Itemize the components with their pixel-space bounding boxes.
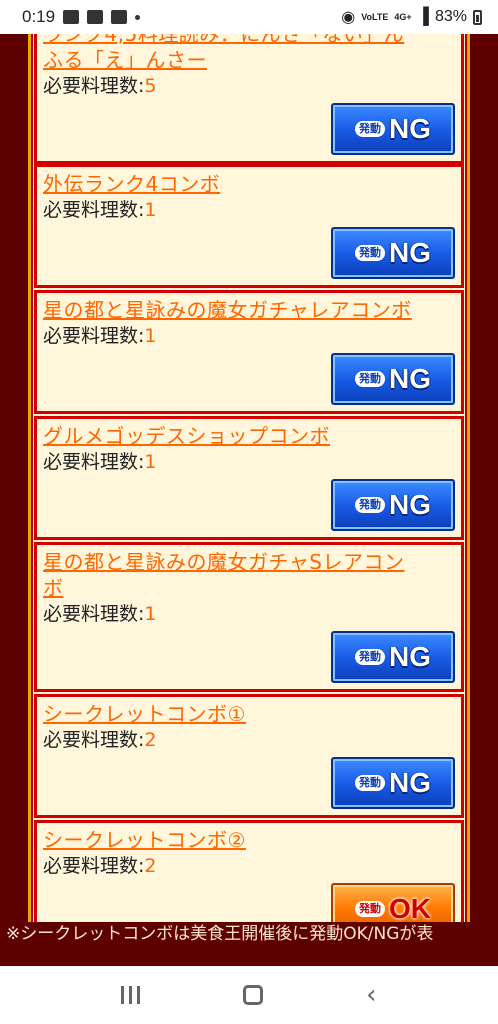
network-indicator: 4G+ (394, 11, 412, 22)
required-value: 5 (144, 75, 157, 97)
combo-card: ランク4,5料理読み：にんさ「ない」ん ふる「え」んさー 必要料理数:5 発動 N… (34, 34, 464, 164)
activation-tag: 発動 (355, 775, 385, 791)
required-label: 必要料理数: (43, 325, 145, 347)
activation-ng-button[interactable]: 発動 NG (331, 103, 455, 155)
combo-card: グルメゴッデスショップコンボ 必要料理数:1 発動 NG (34, 416, 464, 540)
required-label: 必要料理数: (43, 451, 145, 473)
combo-title-line: 星の都と星詠みの魔女ガチャSレアコン (43, 550, 405, 574)
activation-tag: 発動 (355, 371, 385, 387)
gallery-icon (63, 10, 80, 24)
activation-tag: 発動 (355, 245, 385, 261)
activation-status: OK (389, 893, 431, 924)
activation-ng-button[interactable]: 発動 NG (331, 227, 455, 279)
combo-title-line: ふる「え」んさー (43, 48, 207, 72)
required-count: 必要料理数:5 (37, 73, 461, 99)
required-count: 必要料理数:1 (37, 323, 461, 349)
back-icon[interactable]: ‹ (366, 982, 376, 1008)
required-count: 必要料理数:1 (37, 601, 461, 627)
combo-page[interactable]: ランク4,5料理読み：にんさ「ない」ん ふる「え」んさー 必要料理数:5 発動 N… (0, 34, 498, 966)
combo-title-line: ボ (43, 576, 64, 600)
combo-title-link[interactable]: グルメゴッデスショップコンボ (37, 419, 461, 449)
required-count: 必要料理数:1 (37, 449, 461, 475)
combo-title-line: ランク4,5料理読み：にんさ「ない」ん (43, 34, 405, 46)
activation-ng-button[interactable]: 発動 NG (331, 757, 455, 809)
combo-card: 星の都と星詠みの魔女ガチャレアコンボ 必要料理数:1 発動 NG (34, 290, 464, 414)
combo-title-link[interactable]: シークレットコンボ② (37, 823, 461, 853)
activation-ng-button[interactable]: 発動 NG (331, 631, 455, 683)
activation-tag: 発動 (355, 901, 385, 917)
combo-title-link[interactable]: ランク4,5料理読み：にんさ「ない」ん ふる「え」んさー (37, 34, 461, 73)
combo-title-link[interactable]: 星の都と星詠みの魔女ガチャSレアコン ボ (37, 545, 461, 601)
activation-tag: 発動 (355, 649, 385, 665)
activation-status: NG (389, 641, 431, 672)
status-bar: 0:19 ◉ VoLTE 4G+ ▐ 83% (0, 0, 498, 34)
required-count: 必要料理数:1 (37, 197, 461, 223)
activation-status: NG (389, 237, 431, 268)
required-value: 2 (144, 855, 157, 877)
required-count: 必要料理数:2 (37, 853, 461, 879)
volte-indicator: VoLTE (361, 11, 389, 22)
recent-apps-icon[interactable] (121, 986, 141, 1004)
cat-icon (111, 10, 128, 24)
required-label: 必要料理数: (43, 75, 145, 97)
combo-title-link[interactable]: 星の都と星詠みの魔女ガチャレアコンボ (37, 293, 461, 323)
more-notifications-icon (135, 14, 141, 20)
combo-title-link[interactable]: シークレットコンボ① (37, 697, 461, 727)
home-icon[interactable] (243, 985, 264, 1005)
battery-icon (473, 9, 482, 25)
location-icon: ◉ (341, 9, 356, 26)
combo-card: 外伝ランク4コンボ 必要料理数:1 発動 NG (34, 164, 464, 288)
combo-card: シークレットコンボ① 必要料理数:2 発動 NG (34, 694, 464, 818)
required-label: 必要料理数: (43, 855, 145, 877)
activation-ng-button[interactable]: 発動 NG (331, 353, 455, 405)
activation-status: NG (389, 489, 431, 520)
required-value: 1 (144, 199, 157, 221)
activation-status: NG (389, 113, 431, 144)
activation-status: NG (389, 767, 431, 798)
footer-note: ※シークレットコンボは美食王開催後に発動OK/NGが表 (0, 922, 498, 966)
required-label: 必要料理数: (43, 603, 145, 625)
required-label: 必要料理数: (43, 199, 145, 221)
activation-tag: 発動 (355, 121, 385, 137)
activation-status: NG (389, 363, 431, 394)
required-value: 1 (144, 325, 157, 347)
required-label: 必要料理数: (43, 729, 145, 751)
clock: 0:19 (22, 7, 56, 26)
activation-ng-button[interactable]: 発動 NG (331, 479, 455, 531)
signal-icon: ▐ (417, 8, 429, 25)
combo-title-link[interactable]: 外伝ランク4コンボ (37, 167, 461, 197)
navigation-bar: ‹ (0, 966, 498, 1024)
required-count: 必要料理数:2 (37, 727, 461, 753)
activation-tag: 発動 (355, 497, 385, 513)
required-value: 2 (144, 729, 157, 751)
required-value: 1 (144, 603, 157, 625)
mail-icon (87, 10, 104, 24)
combo-card: 星の都と星詠みの魔女ガチャSレアコン ボ 必要料理数:1 発動 NG (34, 542, 464, 692)
battery-level: 83% (434, 8, 467, 25)
required-value: 1 (144, 451, 157, 473)
